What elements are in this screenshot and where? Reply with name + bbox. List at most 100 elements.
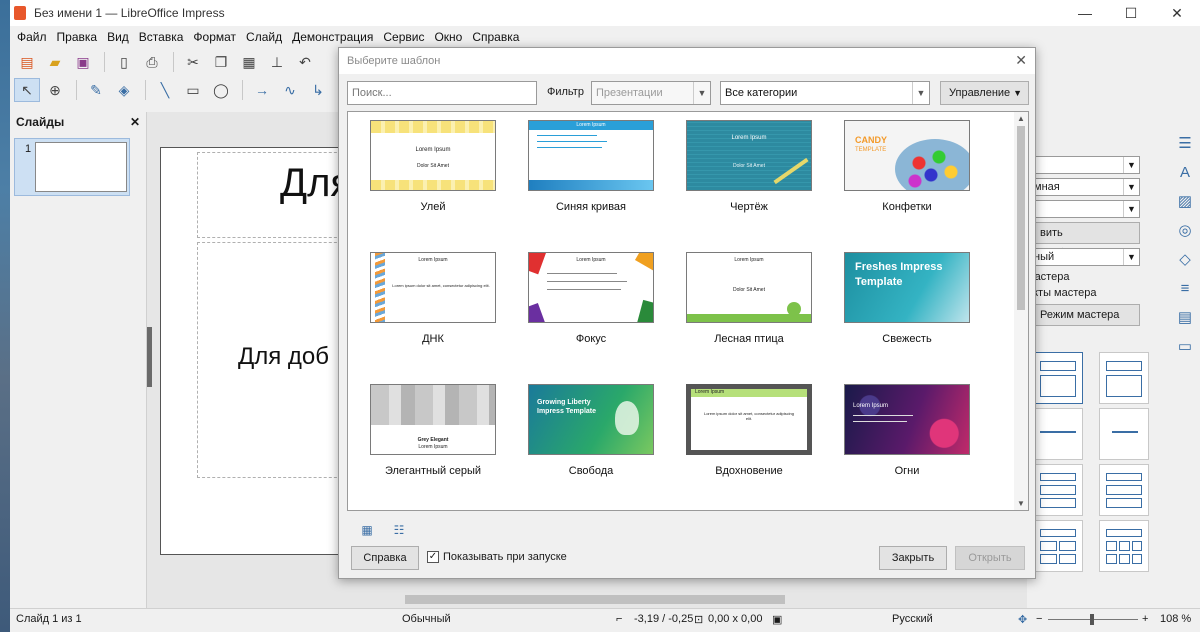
close-button[interactable]: Закрыть	[879, 546, 947, 570]
category-select[interactable]: Все категории ▼	[720, 81, 930, 105]
menu-format[interactable]: Формат	[188, 30, 241, 44]
zoom-icon[interactable]: ⊕	[42, 78, 68, 102]
layout-title-two-content[interactable]	[1033, 464, 1083, 516]
fill-color-icon[interactable]: ◈	[111, 78, 137, 102]
menu-help[interactable]: Справка	[467, 30, 524, 44]
title-placeholder[interactable]: Для	[197, 152, 352, 238]
shapes-icon[interactable]: ◇	[1174, 248, 1196, 270]
zoom-in-icon[interactable]: +	[1142, 613, 1148, 625]
scrollbar-thumb[interactable]	[1017, 126, 1025, 310]
cut-icon[interactable]: ✂	[180, 50, 206, 74]
list-view-icon[interactable]: ☷	[387, 521, 411, 539]
open-folder-icon[interactable]: ▰	[42, 50, 68, 74]
insert-image-button[interactable]: вить изображение...	[1027, 222, 1140, 259]
template-item-candy[interactable]: CANDY TEMPLATE Конфетки	[832, 112, 982, 222]
menu-tools[interactable]: Сервис	[378, 30, 429, 44]
line-color-icon[interactable]: ✎	[83, 78, 109, 102]
template-item-inspiration[interactable]: Lorem Ipsum Lorem ipsum dolor sit amet, …	[674, 376, 824, 486]
template-item-focus[interactable]: Lorem Ipsum Фокус	[516, 244, 666, 354]
save-icon[interactable]: ▣	[70, 50, 96, 74]
thumbnail-view-icon[interactable]: ▦	[355, 521, 379, 539]
menu-view[interactable]: Вид	[102, 30, 134, 44]
animation-icon[interactable]: ≡	[1174, 277, 1196, 299]
manage-button[interactable]: Управление ▼	[940, 81, 1029, 105]
sidebar-field-3[interactable]: ▼	[1027, 200, 1140, 218]
sidebar-field-4[interactable]: ный ▼	[1027, 248, 1140, 266]
template-item-liberty[interactable]: Growing Liberty Impress Template Свобода	[516, 376, 666, 486]
paste-icon[interactable]: ▦	[236, 50, 262, 74]
gallery-icon[interactable]: ▨	[1174, 190, 1196, 212]
content-placeholder[interactable]: Для доб	[197, 242, 347, 478]
undo-icon[interactable]: ↶	[292, 50, 318, 74]
new-document-icon[interactable]: ▤	[14, 50, 40, 74]
slide-thumbnail-item[interactable]: 1	[14, 138, 130, 196]
line-tool-icon[interactable]: ╲	[152, 78, 178, 102]
slide-canvas[interactable]: Для Для доб	[160, 147, 352, 555]
menu-slide[interactable]: Слайд	[241, 30, 287, 44]
help-button[interactable]: Справка	[351, 546, 419, 570]
layout-blank[interactable]	[1033, 408, 1083, 460]
show-at-startup-checkbox[interactable]: ✓	[427, 551, 439, 563]
layout-six-content[interactable]	[1099, 520, 1149, 572]
slides-pane-close-icon[interactable]: ✕	[130, 115, 140, 129]
dialog-close-icon[interactable]: ✕	[1015, 52, 1027, 69]
dialog-title-bar: Выберите шаблон ✕	[339, 48, 1035, 74]
template-search-input[interactable]	[347, 81, 537, 105]
connector-tool-icon[interactable]: ↳	[305, 78, 331, 102]
select-pointer-icon[interactable]: ↖	[14, 78, 40, 102]
filter-select[interactable]: Презентации ▼	[591, 81, 711, 105]
menu-file[interactable]: Файл	[12, 30, 52, 44]
copy-icon[interactable]: ❐	[208, 50, 234, 74]
menu-window[interactable]: Окно	[429, 30, 467, 44]
arrow-tool-icon[interactable]: →	[249, 78, 275, 102]
properties-icon[interactable]: ☰	[1174, 132, 1196, 154]
rectangle-tool-icon[interactable]: ▭	[180, 78, 206, 102]
pane-collapse-handle[interactable]	[147, 327, 152, 387]
menu-insert[interactable]: Вставка	[134, 30, 189, 44]
open-button[interactable]: Открыть	[955, 546, 1025, 570]
layout-title-slide[interactable]	[1099, 352, 1149, 404]
master-objects-label[interactable]: екты мастера	[1027, 287, 1097, 299]
fit-slide-icon[interactable]: ✥	[1018, 613, 1027, 626]
template-grid-scrollbar[interactable]: ▲ ▼	[1014, 112, 1028, 510]
ellipse-tool-icon[interactable]: ◯	[208, 78, 234, 102]
template-item-blue-curve[interactable]: Lorem Ipsum Синяя кривая	[516, 112, 666, 222]
template-item-freshes[interactable]: Freshes Impress Template Свежесть	[832, 244, 982, 354]
zoom-out-icon[interactable]: −	[1036, 613, 1042, 625]
template-item-hive[interactable]: Lorem Ipsum Dolor Sit Amet Улей	[358, 112, 508, 222]
impress-app-icon	[14, 6, 26, 20]
slide-transition-icon[interactable]: ▤	[1174, 306, 1196, 328]
master-slides-icon[interactable]: ▭	[1174, 335, 1196, 357]
clone-formatting-icon[interactable]: ⊥	[264, 50, 290, 74]
layout-title-content-2[interactable]	[1099, 464, 1149, 516]
horizontal-scrollbar[interactable]	[155, 592, 1021, 606]
export-pdf-icon[interactable]: ▯	[111, 50, 137, 74]
print-icon[interactable]: ⎙	[139, 50, 165, 74]
template-item-grey-elegant[interactable]: Grey Elegant Lorem Ipsum Элегантный серы…	[358, 376, 508, 486]
template-item-blueprint[interactable]: Lorem Ipsum Dolor Sit Amet Чертёж	[674, 112, 824, 222]
thumb-text: Freshes Impress	[855, 261, 943, 273]
master-mode-button[interactable]: Режим мастера	[1027, 304, 1140, 326]
scroll-up-icon[interactable]: ▲	[1017, 114, 1025, 123]
template-item-lights[interactable]: Lorem Ipsum Огни	[832, 376, 982, 486]
layout-four-content[interactable]	[1033, 520, 1083, 572]
menu-slideshow[interactable]: Демонстрация	[287, 30, 378, 44]
navigator-icon[interactable]: ◎	[1174, 219, 1196, 241]
sidebar-field-2[interactable]: мная ▼	[1027, 178, 1140, 196]
styles-icon[interactable]: A	[1174, 161, 1196, 183]
layout-centered-text[interactable]	[1099, 408, 1149, 460]
minimize-button[interactable]: —	[1062, 0, 1108, 26]
zoom-level-status[interactable]: 108 %	[1160, 613, 1191, 625]
zoom-slider-handle[interactable]	[1090, 614, 1094, 625]
show-at-startup-option[interactable]: ✓ Показывать при запуске	[427, 551, 567, 563]
template-item-dna[interactable]: Lorem Ipsum Lorem ipsum dolor sit amet, …	[358, 244, 508, 354]
layout-title-content[interactable]	[1033, 352, 1083, 404]
sidebar-field-1[interactable]: ▼	[1027, 156, 1140, 174]
curve-tool-icon[interactable]: ∿	[277, 78, 303, 102]
maximize-button[interactable]: ☐	[1108, 0, 1154, 26]
menu-edit[interactable]: Правка	[52, 30, 103, 44]
template-item-forestbird[interactable]: Lorem Ipsum Dolor Sit Amet Лесная птица	[674, 244, 824, 354]
language-status[interactable]: Русский	[892, 613, 933, 625]
scroll-down-icon[interactable]: ▼	[1017, 499, 1025, 508]
window-close-button[interactable]: ✕	[1154, 0, 1200, 26]
